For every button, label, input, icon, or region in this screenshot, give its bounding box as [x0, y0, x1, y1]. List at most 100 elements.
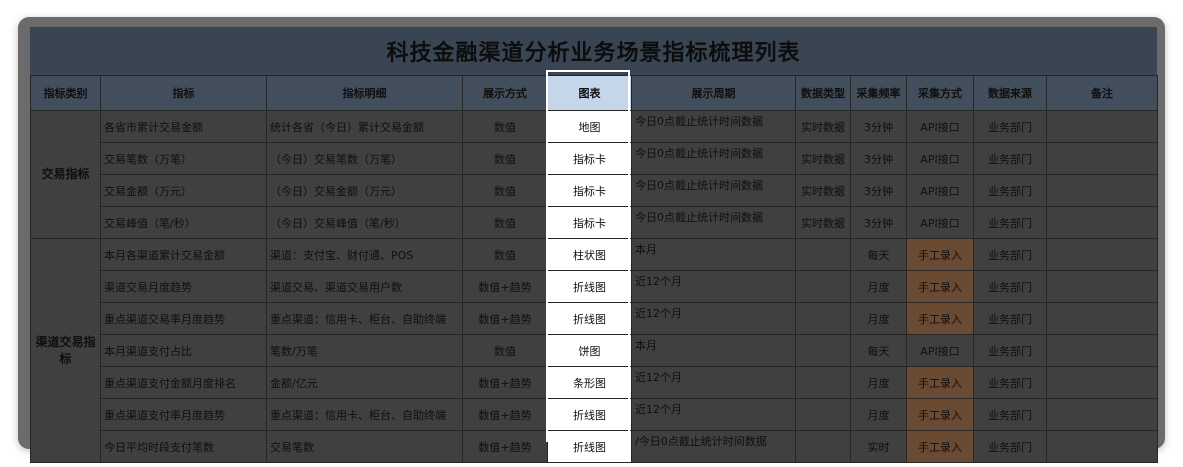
chart-cell: 折线图 — [547, 302, 632, 335]
metric-cell: 交易金额（万元） — [100, 174, 267, 207]
detail-cell: 重点渠道：信用卡、柜台、自助终端 — [266, 302, 463, 335]
source-cell: 业务部门 — [973, 366, 1047, 399]
table-row: 本月渠道支付占比 笔数/万笔 数值 饼图 本月 每天 API接口 业务部门 — [31, 334, 1158, 367]
period-cell: 今日0点截止统计时间数据 — [631, 142, 796, 175]
metric-cell: 今日平均时段支付笔数 — [100, 430, 267, 463]
period-cell: 近12个月 — [631, 398, 796, 431]
frequency-cell: 月度 — [850, 398, 907, 431]
table-row: 今日平均时段支付笔数 交易笔数 数值+趋势 折线图/今日0点截止统计时间数据 实时 手工录… — [31, 430, 1158, 463]
frequency-cell: 月度 — [850, 366, 907, 399]
frequency-cell: 3分钟 — [850, 110, 907, 143]
source-cell: 业务部门 — [973, 206, 1047, 239]
table-row: 交易笔数（万笔） （今日）交易笔数（万笔） 数值 指标卡 今日0点截止统计时间数据 实时数… — [31, 142, 1158, 175]
detail-cell: 交易笔数 — [266, 430, 463, 463]
period-cell: 近12个月 — [631, 270, 796, 303]
spreadsheet: 科技金融渠道分析业务场景指标梳理列表 指标类别 指标 指标明细 展示方式 图表 … — [30, 27, 1158, 463]
period-cell: 近12个月 — [631, 366, 796, 399]
note-cell — [1046, 398, 1158, 431]
sheet-title: 科技金融渠道分析业务场景指标梳理列表 — [30, 27, 1157, 76]
frequency-cell: 月度 — [850, 270, 907, 303]
table-row: 交易峰值（笔/秒） （今日）交易峰值（笔/秒） 数值 指标卡 今日0点截止统计时间数据实… — [31, 206, 1158, 239]
display-cell: 数值+趋势 — [462, 366, 548, 399]
source-cell: 业务部门 — [973, 270, 1047, 303]
method-cell: API接口 — [906, 334, 974, 367]
frequency-cell: 3分钟 — [850, 174, 907, 207]
method-cell: 手工录入 — [906, 270, 974, 303]
metric-cell: 本月渠道支付占比 — [100, 334, 267, 367]
detail-cell: 统计各省（今日）累计交易金额 — [266, 110, 463, 143]
detail-cell: （今日）交易笔数（万笔） — [266, 142, 463, 175]
metric-cell: 重点渠道交易率月度趋势 — [100, 302, 267, 335]
display-cell: 数值 — [462, 142, 548, 175]
method-cell: 手工录入 — [906, 398, 974, 431]
display-cell: 数值+趋势 — [462, 398, 548, 431]
header-method: 采集方式 — [906, 75, 974, 111]
note-cell — [1046, 366, 1158, 399]
note-cell — [1046, 302, 1158, 335]
data-type-cell — [795, 270, 851, 303]
metric-cell: 重点渠道支付率月度趋势 — [100, 398, 267, 431]
frequency-cell: 每天 — [850, 334, 907, 367]
metric-cell: 交易笔数（万笔） — [100, 142, 267, 175]
category-cell: 交易指标 — [30, 110, 101, 239]
source-cell: 业务部门 — [973, 110, 1047, 143]
method-cell: 手工录入 — [906, 430, 974, 463]
chart-cell: 折线图 — [547, 430, 632, 463]
method-cell: API接口 — [906, 174, 974, 207]
source-cell: 业务部门 — [973, 334, 1047, 367]
table-row: 交易金额（万元） （今日）交易金额（万元） 数值 指标卡 今日0点截止统计时间数据 实时数… — [31, 174, 1158, 207]
header-period: 展示周期 — [631, 75, 796, 111]
frequency-cell: 实时 — [850, 430, 907, 463]
header-metric: 指标 — [100, 75, 267, 111]
source-cell: 业务部门 — [973, 398, 1047, 431]
display-cell: 数值+趋势 — [462, 270, 548, 303]
note-cell — [1046, 142, 1158, 175]
data-type-cell — [795, 430, 851, 463]
period-cell: 近12个月 — [631, 302, 796, 335]
detail-cell: 笔数/万笔 — [266, 334, 463, 367]
detail-cell: 金额/亿元 — [266, 366, 463, 399]
source-cell: 业务部门 — [973, 174, 1047, 207]
detail-cell: 渠道交易、渠道交易用户数 — [266, 270, 463, 303]
header-detail: 指标明细 — [266, 75, 463, 111]
header-display: 展示方式 — [462, 75, 548, 111]
method-cell: 手工录入 — [906, 366, 974, 399]
table-row: 重点渠道支付率月度趋势 重点渠道：信用卡、柜台、自助终端 数值+趋势 折线图 近12个月… — [31, 398, 1158, 431]
period-cell: 本月 — [631, 238, 796, 271]
source-cell: 业务部门 — [973, 142, 1047, 175]
header-row: 指标类别 指标 指标明细 展示方式 图表 展示周期 数据类型 采集频率 采集方式… — [30, 75, 1158, 111]
source-cell: 业务部门 — [973, 238, 1047, 271]
metric-cell: 渠道交易月度趋势 — [100, 270, 267, 303]
data-type-cell — [795, 366, 851, 399]
period-cell: 本月 — [631, 334, 796, 367]
metrics-table: 指标类别 指标 指标明细 展示方式 图表 展示周期 数据类型 采集频率 采集方式… — [30, 75, 1158, 463]
chart-cell: 柱状图 — [547, 238, 632, 271]
metric-cell: 交易峰值（笔/秒） — [100, 206, 267, 239]
data-type-cell — [795, 334, 851, 367]
note-cell — [1046, 270, 1158, 303]
header-data-type: 数据类型 — [795, 75, 851, 111]
period-cell: /今日0点截止统计时间数据 — [631, 430, 796, 463]
display-cell: 数值 — [462, 110, 548, 143]
method-cell: 手工录入 — [906, 238, 974, 271]
frequency-cell: 3分钟 — [850, 142, 907, 175]
data-type-cell: 实时数据 — [795, 206, 851, 239]
detail-cell: 渠道：支付宝、财付通、POS — [266, 238, 463, 271]
chart-cell: 折线图 — [547, 270, 632, 303]
period-cell: 今日0点截止统计时间数据 — [631, 110, 796, 143]
chart-cell: 折线图 — [547, 398, 632, 431]
table-row: 重点渠道交易率月度趋势 重点渠道：信用卡、柜台、自助终端 数值+趋势 折线图 近12个月… — [31, 302, 1158, 335]
chart-cell: 地图 — [547, 110, 632, 143]
table-row: 渠道交易指标 本月各渠道累计交易金额 渠道：支付宝、财付通、POS 数值 柱状图 本月 每天… — [30, 238, 1158, 463]
note-cell — [1046, 110, 1158, 143]
data-type-cell — [795, 238, 851, 271]
chart-cell: 指标卡 — [547, 174, 632, 207]
source-cell: 业务部门 — [973, 302, 1047, 335]
detail-cell: （今日）交易峰值（笔/秒） — [266, 206, 463, 239]
category-cell: 渠道交易指标 — [30, 238, 101, 463]
display-cell: 数值+趋势 — [462, 302, 548, 335]
method-cell: API接口 — [906, 110, 974, 143]
note-cell — [1046, 430, 1158, 463]
metric-cell: 各省市累计交易金额 — [100, 110, 267, 143]
method-cell: 手工录入 — [906, 302, 974, 335]
